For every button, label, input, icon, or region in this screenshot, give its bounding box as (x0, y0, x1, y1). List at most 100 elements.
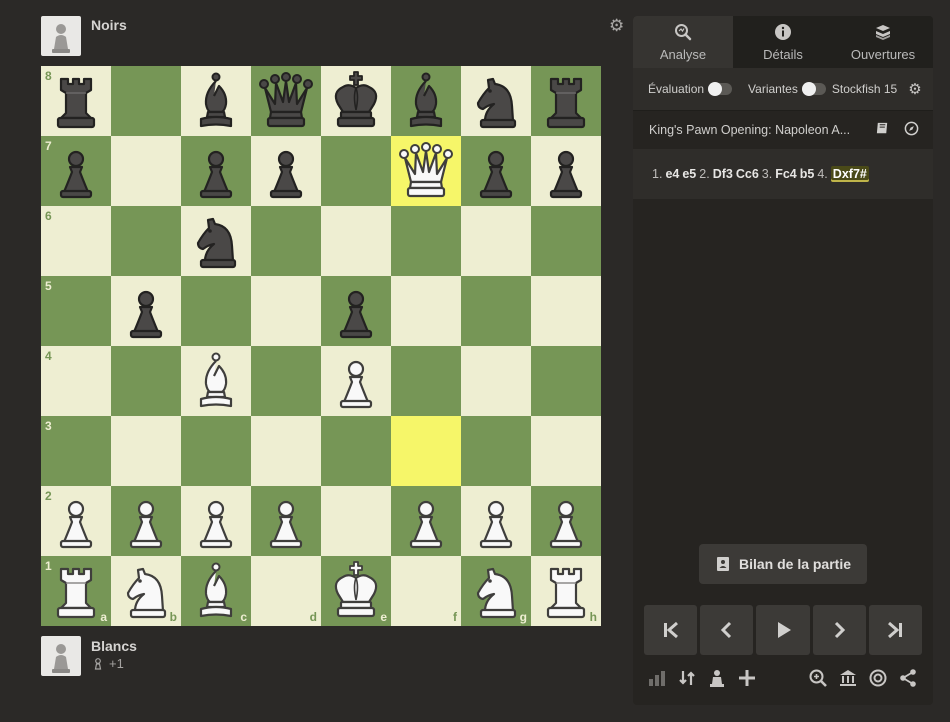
first-move-button[interactable] (644, 605, 698, 655)
square-e4[interactable] (321, 346, 391, 416)
square-b6[interactable] (111, 206, 181, 276)
target-icon[interactable] (866, 666, 890, 690)
white-knight-icon[interactable] (461, 556, 531, 626)
square-a7[interactable]: 7 (41, 136, 111, 206)
square-b2[interactable] (111, 486, 181, 556)
square-e5[interactable] (321, 276, 391, 346)
white-pawn-icon[interactable] (41, 486, 111, 556)
square-b3[interactable] (111, 416, 181, 486)
square-e2[interactable] (321, 486, 391, 556)
move-black[interactable]: Cc6 (736, 167, 759, 181)
square-d2[interactable] (251, 486, 321, 556)
white-pawn-icon[interactable] (321, 346, 391, 416)
square-c3[interactable] (181, 416, 251, 486)
move-black[interactable]: e5 (682, 167, 696, 181)
square-g2[interactable] (461, 486, 531, 556)
square-f2[interactable] (391, 486, 461, 556)
white-rook-icon[interactable] (531, 556, 601, 626)
black-queen-icon[interactable] (251, 66, 321, 136)
next-move-button[interactable] (812, 605, 866, 655)
move-white[interactable]: e4 (665, 167, 679, 181)
square-b7[interactable] (111, 136, 181, 206)
square-a3[interactable]: 3 (41, 416, 111, 486)
square-h8[interactable] (531, 66, 601, 136)
white-rook-icon[interactable] (41, 556, 111, 626)
last-move-button[interactable] (868, 605, 923, 655)
black-king-icon[interactable] (321, 66, 391, 136)
black-pawn-icon[interactable] (531, 136, 601, 206)
black-rook-icon[interactable] (531, 66, 601, 136)
square-h7[interactable] (531, 136, 601, 206)
white-bishop-icon[interactable] (181, 556, 251, 626)
white-pawn-icon[interactable] (461, 486, 531, 556)
black-pawn-icon[interactable] (461, 136, 531, 206)
square-d7[interactable] (251, 136, 321, 206)
square-b5[interactable] (111, 276, 181, 346)
black-pawn-icon[interactable] (251, 136, 321, 206)
square-c4[interactable] (181, 346, 251, 416)
square-g7[interactable] (461, 136, 531, 206)
black-knight-icon[interactable] (461, 66, 531, 136)
add-plus-icon[interactable] (735, 666, 759, 690)
opening-book-icon[interactable] (875, 121, 890, 139)
black-pawn-icon[interactable] (41, 136, 111, 206)
square-d5[interactable] (251, 276, 321, 346)
flip-board-icon[interactable] (675, 666, 699, 690)
square-e3[interactable] (321, 416, 391, 486)
previous-move-button[interactable] (700, 605, 754, 655)
black-bishop-icon[interactable] (181, 66, 251, 136)
square-a8[interactable]: 8 (41, 66, 111, 136)
square-h1[interactable]: h (531, 556, 601, 626)
square-h2[interactable] (531, 486, 601, 556)
library-icon[interactable] (836, 666, 860, 690)
white-king-icon[interactable] (321, 556, 391, 626)
square-g5[interactable] (461, 276, 531, 346)
black-bishop-icon[interactable] (391, 66, 461, 136)
zoom-analysis-icon[interactable] (806, 666, 830, 690)
square-e1[interactable]: e (321, 556, 391, 626)
black-pawn-icon[interactable] (181, 136, 251, 206)
explore-compass-icon[interactable] (904, 121, 919, 139)
square-c5[interactable] (181, 276, 251, 346)
square-b8[interactable] (111, 66, 181, 136)
tab-openings[interactable]: Ouvertures (833, 16, 933, 68)
bottom-player-name[interactable]: Blancs (91, 638, 137, 654)
square-d1[interactable]: d (251, 556, 321, 626)
move-black[interactable]: b5 (800, 167, 815, 181)
black-pawn-icon[interactable] (111, 276, 181, 346)
square-a1[interactable]: 1a (41, 556, 111, 626)
square-g3[interactable] (461, 416, 531, 486)
evaluation-toggle[interactable] (708, 82, 733, 96)
engine-settings-gear-icon[interactable]: ⚙ (908, 80, 921, 98)
square-c8[interactable] (181, 66, 251, 136)
square-g4[interactable] (461, 346, 531, 416)
chess-board[interactable]: 8 7 6 5 4 3 2 1 a b c d e f g h (41, 66, 601, 626)
tab-analyse[interactable]: Analyse (633, 16, 733, 68)
square-f8[interactable] (391, 66, 461, 136)
share-icon[interactable] (896, 666, 920, 690)
square-c7[interactable] (181, 136, 251, 206)
square-h5[interactable] (531, 276, 601, 346)
square-b4[interactable] (111, 346, 181, 416)
square-h3[interactable] (531, 416, 601, 486)
black-rook-icon[interactable] (41, 66, 111, 136)
play-button[interactable] (756, 605, 810, 655)
white-pawn-icon[interactable] (181, 486, 251, 556)
square-e8[interactable] (321, 66, 391, 136)
square-f1[interactable]: f (391, 556, 461, 626)
move-white[interactable]: Fc4 (775, 167, 797, 181)
square-e7[interactable] (321, 136, 391, 206)
black-pawn-icon[interactable] (321, 276, 391, 346)
square-a2[interactable]: 2 (41, 486, 111, 556)
white-queen-icon[interactable] (391, 136, 461, 206)
square-c1[interactable]: c (181, 556, 251, 626)
setup-position-icon[interactable] (705, 666, 729, 690)
white-bishop-icon[interactable] (181, 346, 251, 416)
square-f7[interactable] (391, 136, 461, 206)
square-a4[interactable]: 4 (41, 346, 111, 416)
top-player-name[interactable]: Noirs (91, 17, 127, 33)
square-f3[interactable] (391, 416, 461, 486)
square-a5[interactable]: 5 (41, 276, 111, 346)
square-g6[interactable] (461, 206, 531, 276)
square-h4[interactable] (531, 346, 601, 416)
